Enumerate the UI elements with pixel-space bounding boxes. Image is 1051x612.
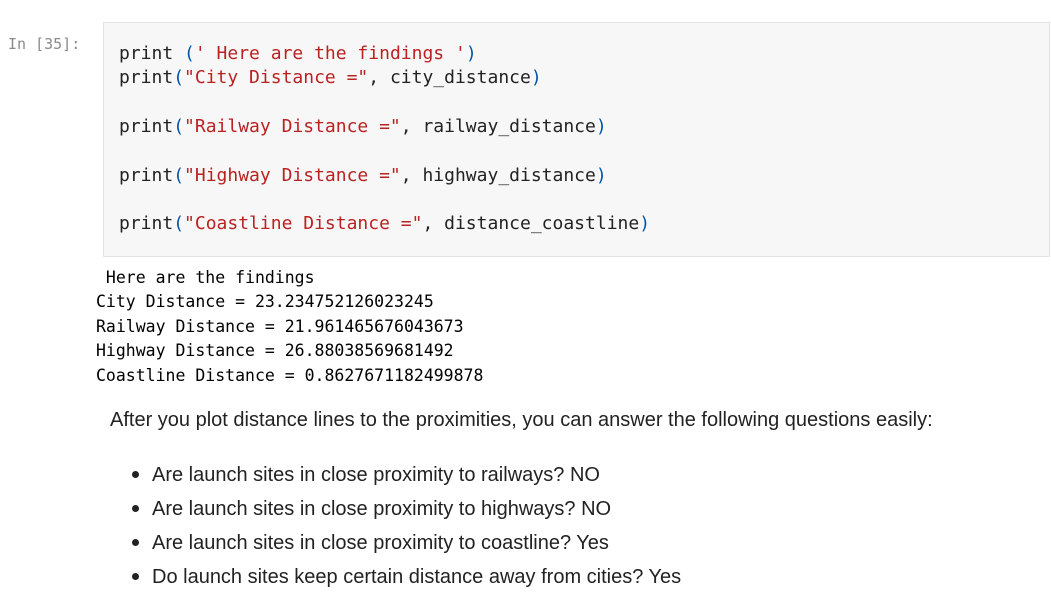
markdown-cell: After you plot distance lines to the pro… xyxy=(110,406,933,588)
code-line: print("Highway Distance =", highway_dist… xyxy=(119,165,607,186)
list-item: Are launch sites in close proximity to c… xyxy=(110,526,1010,560)
code-line: print("City Distance =", city_distance) xyxy=(119,67,542,88)
list-item: Are launch sites in close proximity to r… xyxy=(110,458,1010,492)
list-item: Are launch sites in close proximity to h… xyxy=(110,492,1010,526)
output-line: City Distance = 23.234752126023245 xyxy=(96,292,434,312)
output-line: Highway Distance = 26.88038569681492 xyxy=(96,341,454,361)
bullet-icon xyxy=(132,505,139,512)
bullet-icon xyxy=(132,471,139,478)
output-line: Here are the findings xyxy=(96,268,315,287)
questions-list: Are launch sites in close proximity to r… xyxy=(110,458,1010,594)
code-cell[interactable]: print (' Here are the findings ') print(… xyxy=(103,22,1050,257)
output-line: Railway Distance = 21.961465676043673 xyxy=(96,316,464,336)
bullet-icon xyxy=(132,573,139,580)
input-prompt: In [35]: xyxy=(8,35,81,53)
code-line: print("Railway Distance =", railway_dist… xyxy=(119,116,607,137)
output-line: Coastline Distance = 0.8627671182499878 xyxy=(96,365,484,385)
markdown-paragraph: After you plot distance lines to the pro… xyxy=(110,409,933,431)
cell-output: Here are the findings City Distance = 23… xyxy=(96,266,483,388)
bullet-icon xyxy=(132,539,139,546)
code-line: print("Coastline Distance =", distance_c… xyxy=(119,213,651,234)
code-line: print (' Here are the findings ') xyxy=(119,43,477,64)
list-item: Do launch sites keep certain distance aw… xyxy=(110,560,1010,594)
